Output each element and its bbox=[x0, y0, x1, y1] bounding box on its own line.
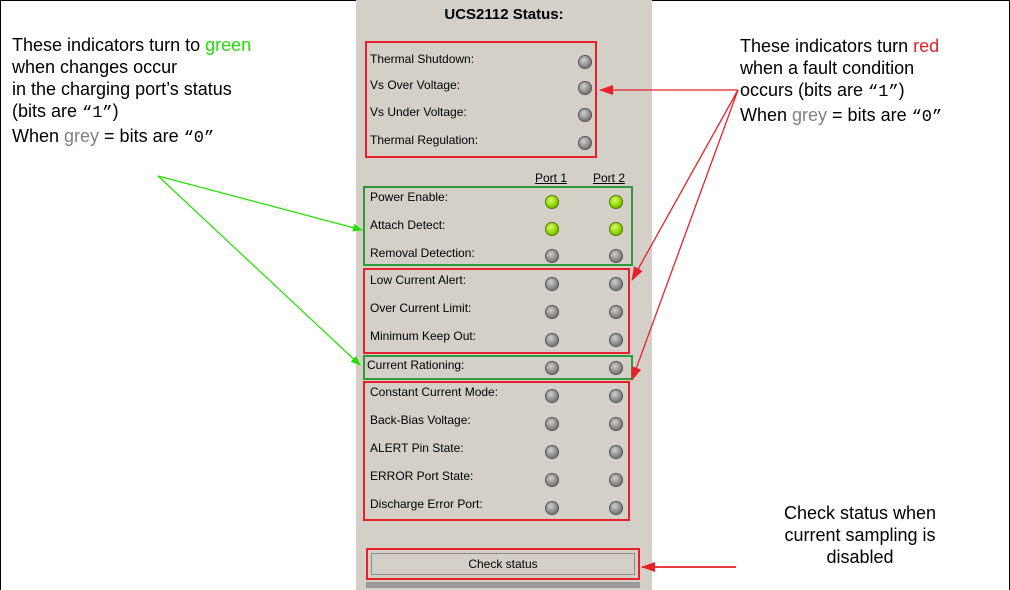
green-arrow-to-current-rationing bbox=[157, 175, 361, 366]
callout-arrows bbox=[157, 85, 739, 572]
green-arrow-to-port-status bbox=[157, 175, 363, 232]
red-arrow-to-current-fault-box bbox=[631, 89, 739, 281]
red-arrow-to-port-fault-box bbox=[631, 89, 739, 381]
